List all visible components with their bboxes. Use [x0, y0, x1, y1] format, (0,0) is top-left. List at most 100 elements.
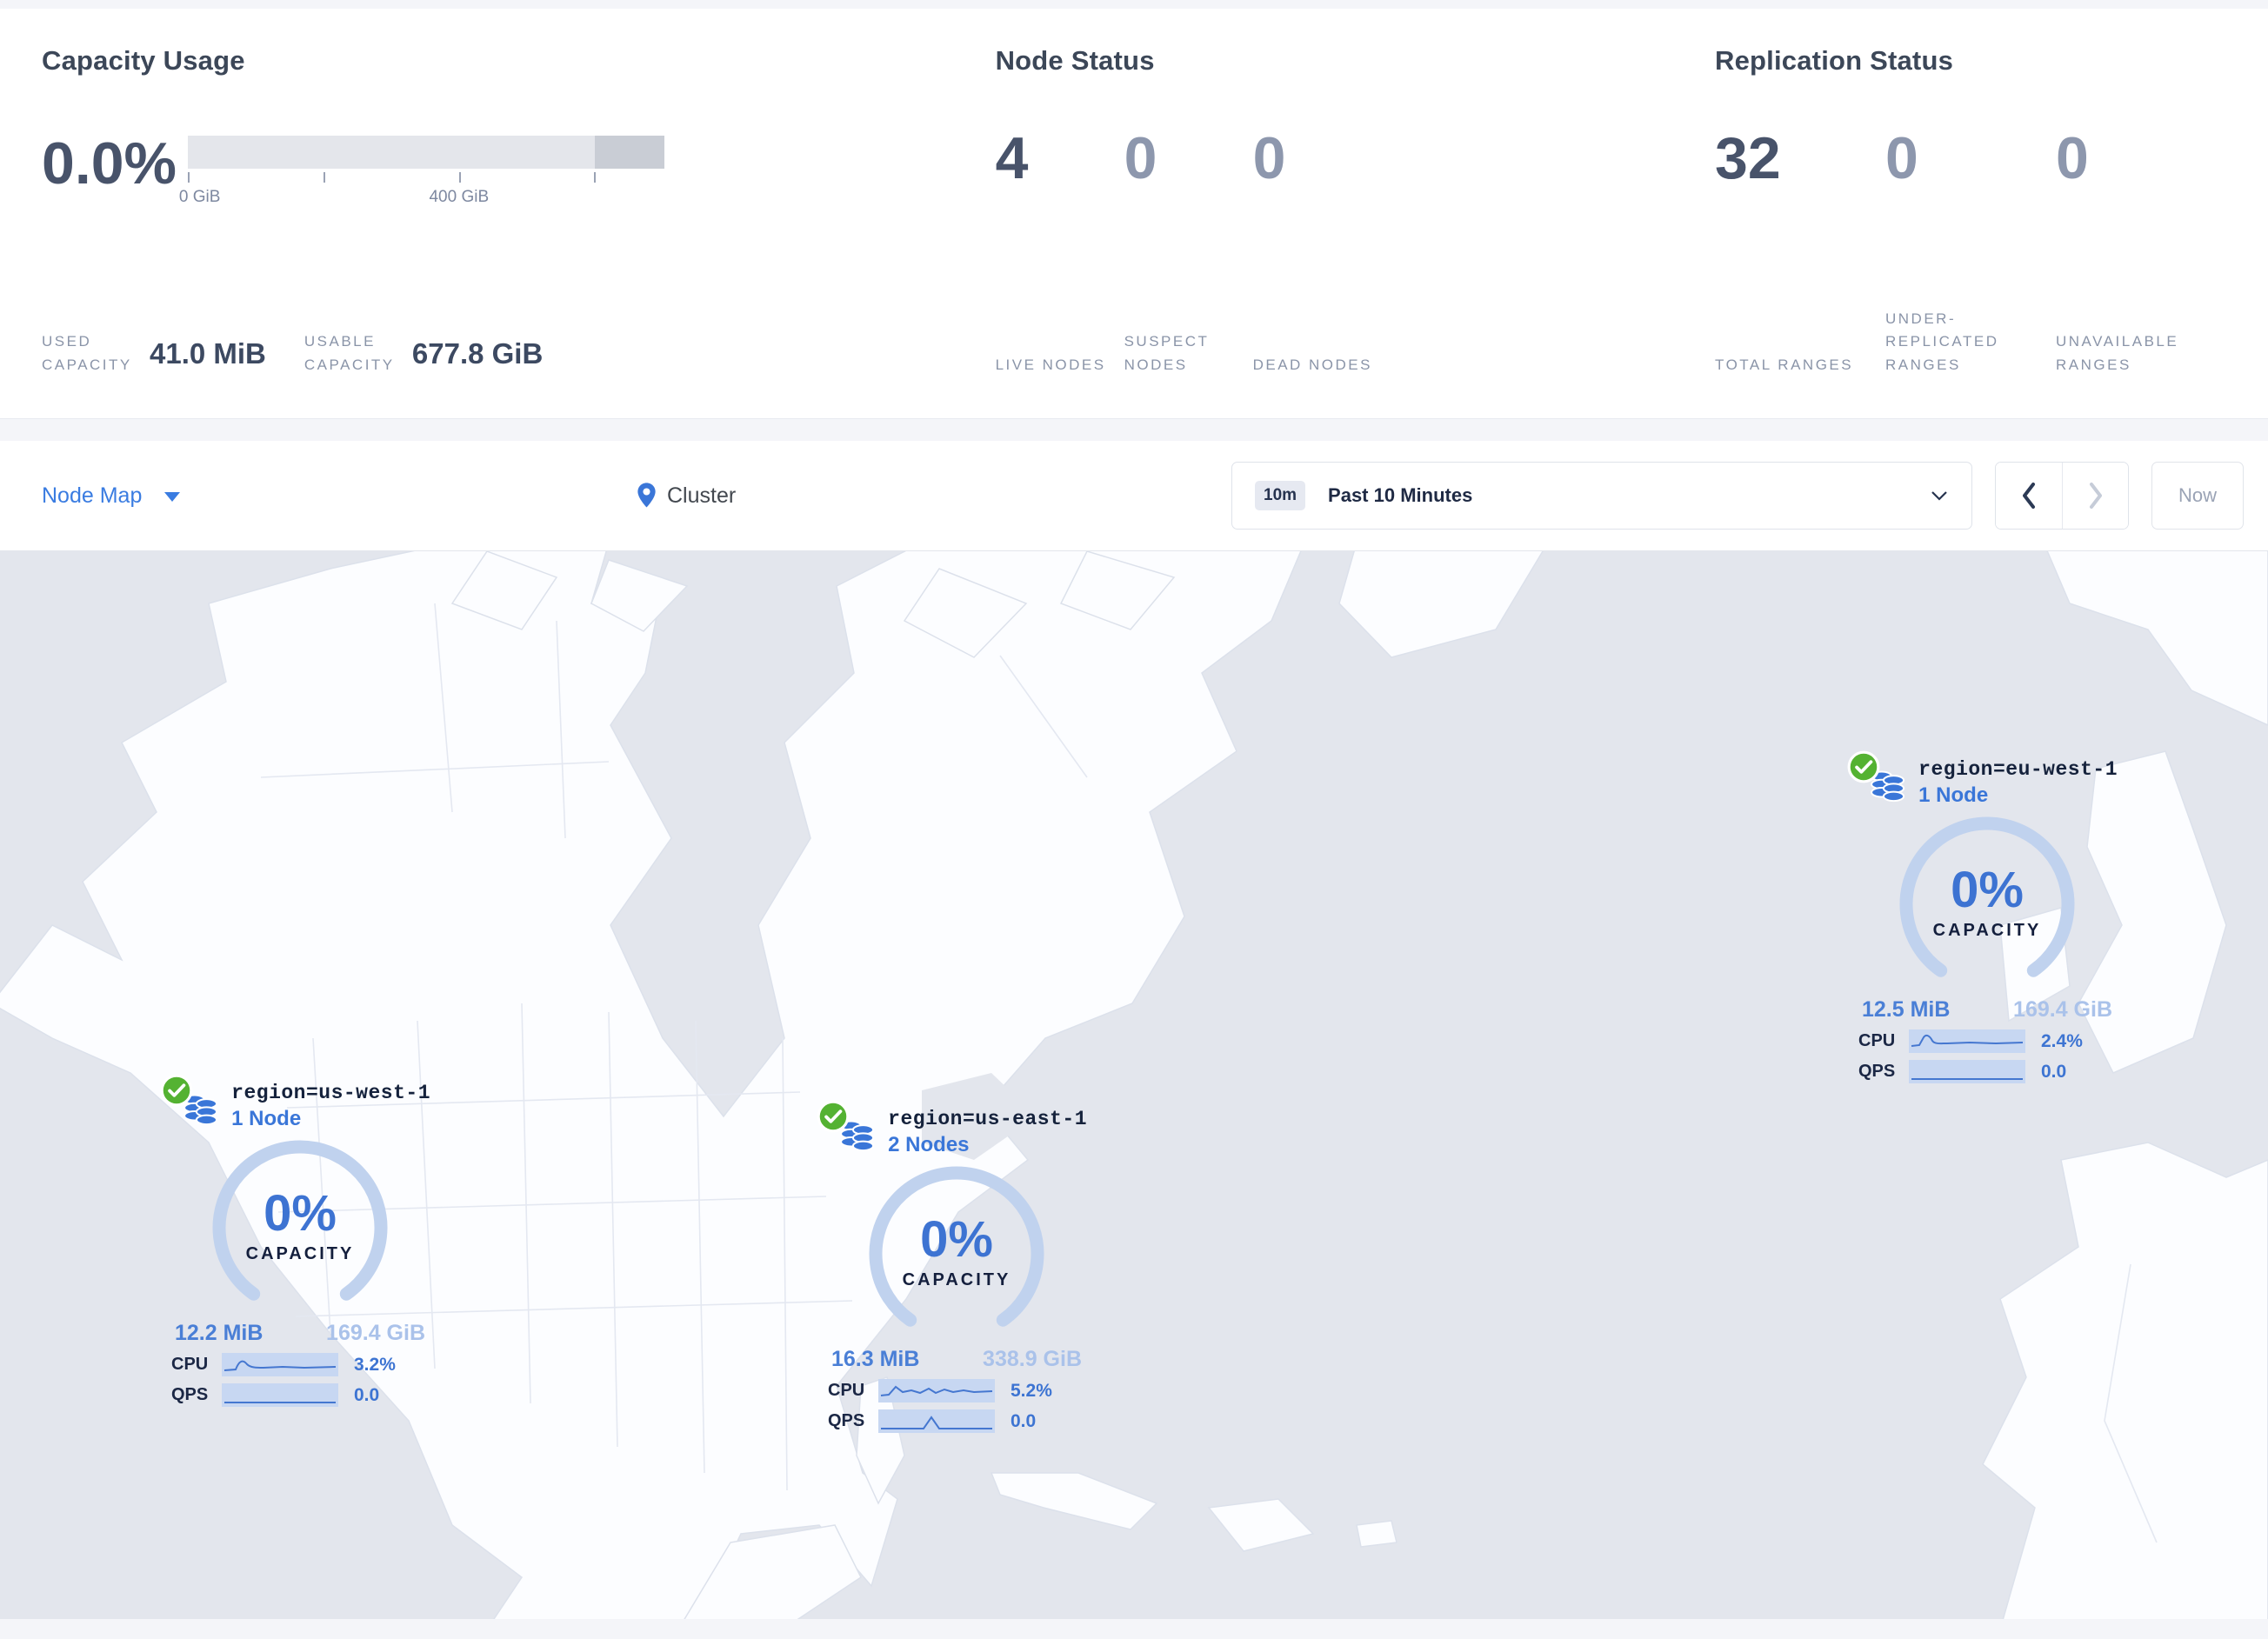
node-status-title: Node Status [995, 45, 1155, 76]
cpu-metric-row: CPU 5.2% [828, 1379, 1085, 1402]
suspect-nodes-label: SUSPECT NODES [1124, 333, 1210, 373]
region-total-capacity: 169.4 GiB [326, 1321, 425, 1345]
cpu-metric-row: CPU 3.2% [171, 1353, 429, 1376]
capacity-bar-track [188, 136, 664, 169]
cpu-value: 2.4% [2041, 1030, 2083, 1051]
time-range-select[interactable]: 10m Past 10 Minutes [1231, 462, 1972, 530]
under-replicated-ranges-value: 0 [1885, 125, 1918, 191]
region-marker-eu-west-1[interactable]: region=eu-west-1 1 Node 0% CAPACITY 12.5… [1847, 750, 2118, 1083]
region-total-capacity: 169.4 GiB [2013, 997, 2112, 1022]
gauge-percent: 0% [920, 1210, 993, 1268]
unavailable-ranges-stat: 0 UNAVAILABLE RANGES [2056, 129, 2226, 376]
usable-capacity-label: USABLE CAPACITY [304, 333, 395, 373]
gauge-caption: CAPACITY [1932, 920, 2042, 940]
cpu-value: 5.2% [1011, 1380, 1052, 1401]
qps-sparkline [1909, 1060, 2025, 1083]
qps-value: 0.0 [2041, 1061, 2067, 1082]
cpu-value: 3.2% [354, 1354, 396, 1375]
capacity-usage-title: Capacity Usage [42, 45, 245, 76]
map-toolbar: Node Map Cluster 10m Past 10 Minutes Now [0, 441, 2268, 551]
suspect-nodes-value: 0 [1124, 125, 1157, 191]
gauge-percent: 0% [263, 1184, 337, 1242]
total-ranges-stat: 32 TOTAL RANGES [1715, 129, 1885, 376]
breadcrumb-label: Cluster [667, 483, 737, 508]
now-button[interactable]: Now [2151, 462, 2244, 530]
axis-label-zero: 0 GiB [178, 188, 221, 206]
capacity-usage-section: Capacity Usage 0.0% 0 GiB 400 GiB USED C… [42, 45, 996, 376]
replication-status-title: Replication Status [1715, 45, 1954, 76]
qps-metric-row: QPS 0.0 [1858, 1060, 2116, 1083]
live-nodes-stat: 4 LIVE NODES [996, 129, 1124, 376]
healthy-check-icon [817, 1100, 850, 1133]
capacity-gauge: 0% CAPACITY [209, 1136, 391, 1319]
cpu-label: CPU [171, 1355, 209, 1374]
axis-tick [188, 172, 190, 183]
region-name: region=eu-west-1 [1918, 758, 2118, 781]
healthy-check-icon [1847, 750, 1880, 783]
view-mode-dropdown[interactable]: Node Map [42, 483, 181, 509]
dead-nodes-stat: 0 DEAD NODES [1253, 129, 1382, 376]
qps-metric-row: QPS 0.0 [828, 1409, 1085, 1433]
cpu-sparkline [1909, 1029, 2025, 1053]
axis-label-mid: 400 GiB [429, 188, 490, 206]
total-ranges-label: TOTAL RANGES [1715, 356, 1854, 373]
region-marker-us-west-1[interactable]: region=us-west-1 1 Node 0% CAPACITY 12.2… [160, 1074, 430, 1407]
used-capacity-value: 41.0 MiB [150, 336, 266, 370]
qps-value: 0.0 [1011, 1410, 1037, 1431]
node-status-section: Node Status 4 LIVE NODES 0 SUSPECT NODES… [996, 45, 1715, 376]
region-used-capacity: 12.5 MiB [1862, 997, 1951, 1022]
dead-nodes-label: DEAD NODES [1252, 356, 1372, 373]
qps-sparkline [222, 1383, 338, 1407]
healthy-check-icon [160, 1074, 193, 1107]
live-nodes-label: LIVE NODES [995, 356, 1106, 373]
region-nodes-link[interactable]: 1 Node [1918, 783, 2118, 808]
cpu-label: CPU [828, 1381, 865, 1400]
region-marker-us-east-1[interactable]: region=us-east-1 2 Nodes 0% CAPACITY 16.… [817, 1100, 1087, 1433]
capacity-bar-reserved-segment [595, 136, 664, 169]
gauge-caption: CAPACITY [245, 1243, 355, 1263]
time-controls: 10m Past 10 Minutes Now [1231, 462, 2244, 530]
gauge-caption: CAPACITY [902, 1269, 1011, 1289]
unavailable-ranges-label: UNAVAILABLE RANGES [2056, 333, 2179, 373]
qps-sparkline [878, 1409, 995, 1433]
view-mode-label: Node Map [42, 483, 143, 508]
suspect-nodes-stat: 0 SUSPECT NODES [1124, 129, 1253, 376]
under-replicated-ranges-stat: 0 UNDER-REPLICATED RANGES [1885, 129, 2056, 376]
region-used-capacity: 16.3 MiB [831, 1347, 920, 1371]
region-nodes-link[interactable]: 2 Nodes [888, 1133, 1087, 1157]
cluster-summary-bar: Capacity Usage 0.0% 0 GiB 400 GiB USED C… [0, 9, 2268, 419]
axis-tick [323, 172, 325, 183]
capacity-bar-chart: 0 GiB 400 GiB [179, 136, 664, 209]
qps-label: QPS [1858, 1062, 1896, 1081]
under-replicated-ranges-label: UNDER-REPLICATED RANGES [1885, 310, 1999, 373]
chevron-down-icon [1931, 491, 1947, 501]
region-nodes-link[interactable]: 1 Node [231, 1107, 430, 1131]
usable-capacity-value: 677.8 GiB [411, 336, 544, 370]
time-step-buttons [1995, 462, 2129, 530]
breadcrumb[interactable]: Cluster [635, 482, 736, 510]
cpu-sparkline [222, 1353, 338, 1376]
axis-tick [458, 172, 461, 183]
axis-tick [594, 172, 597, 183]
chevron-down-icon [164, 492, 181, 502]
next-time-button[interactable] [2062, 463, 2128, 529]
qps-label: QPS [171, 1385, 209, 1404]
used-capacity-label: USED CAPACITY [42, 333, 132, 373]
qps-metric-row: QPS 0.0 [171, 1383, 429, 1407]
previous-time-button[interactable] [1996, 463, 2062, 529]
cockroachdb-cluster-overview: { "stats": { "capacity": { "title": "Cap… [0, 9, 2268, 1639]
used-capacity-stat: USED CAPACITY 41.0 MiB [42, 330, 266, 376]
qps-value: 0.0 [354, 1384, 380, 1405]
unavailable-ranges-value: 0 [2056, 125, 2089, 191]
chevron-right-icon [2089, 483, 2102, 509]
cpu-sparkline [878, 1379, 995, 1402]
capacity-used-percent: 0.0% [42, 130, 177, 197]
capacity-gauge: 0% CAPACITY [1896, 813, 2078, 996]
time-range-badge: 10m [1255, 481, 1306, 510]
capacity-gauge: 0% CAPACITY [865, 1163, 1048, 1345]
region-used-capacity: 12.2 MiB [175, 1321, 263, 1345]
map-pin-icon [637, 483, 656, 508]
node-map[interactable]: region=us-west-1 1 Node 0% CAPACITY 12.2… [0, 551, 2268, 1619]
cpu-label: CPU [1858, 1031, 1896, 1050]
capacity-bar-axis [188, 172, 664, 184]
